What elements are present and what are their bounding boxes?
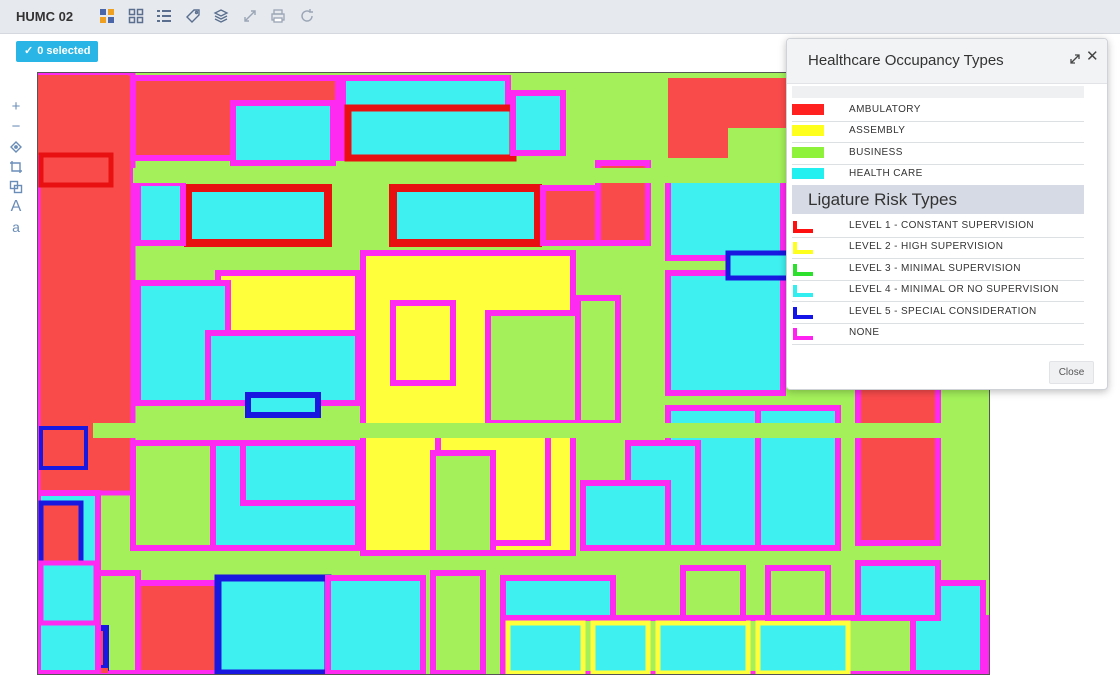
ligature-section-title: Ligature Risk Types	[808, 190, 957, 209]
zoom-out-icon[interactable]: −	[8, 119, 24, 135]
list-icon[interactable]	[156, 8, 172, 24]
ligature-swatch-icon	[792, 327, 814, 341]
room-business	[575, 295, 621, 426]
room-ambulatory	[38, 500, 84, 566]
room-healthcare	[655, 620, 751, 674]
legend-row-occupancy: HEALTH CARE	[792, 164, 1084, 186]
legend-row-occupancy: AMBULATORY	[792, 100, 1084, 122]
legend-row-ligature: LEVEL 1 - CONSTANT SUPERVISION	[792, 216, 1084, 238]
room-healthcare	[245, 392, 321, 418]
room-healthcare	[665, 270, 786, 396]
top-toolbar: HUMC 02	[0, 0, 1120, 34]
text-large-icon[interactable]: A	[8, 199, 24, 215]
occupancy-label: BUSINESS	[849, 147, 903, 158]
room-healthcare	[855, 560, 941, 621]
layers-icon[interactable]	[213, 8, 229, 24]
legend-spacer	[792, 86, 1084, 98]
room-healthcare	[755, 620, 851, 674]
selection-count-label: 0 selected	[37, 45, 91, 57]
refresh-icon[interactable]	[299, 8, 315, 24]
room-business	[130, 440, 216, 551]
tag-icon[interactable]	[185, 8, 201, 24]
ligature-label: LEVEL 1 - CONSTANT SUPERVISION	[849, 220, 1035, 231]
crop-icon[interactable]	[8, 159, 24, 175]
ligature-section-header: Ligature Risk Types	[792, 185, 1084, 214]
legend-row-ligature: LEVEL 2 - HIGH SUPERVISION	[792, 237, 1084, 259]
legend-row-ligature: NONE	[792, 323, 1084, 345]
room-business	[680, 565, 746, 621]
room-healthcare	[665, 170, 786, 261]
occupancy-label: AMBULATORY	[849, 104, 921, 115]
legend-row-occupancy: ASSEMBLY	[792, 121, 1084, 143]
occupancy-swatch	[792, 168, 824, 179]
room-assembly	[215, 270, 361, 336]
occupancy-swatch	[792, 104, 824, 115]
room-healthcare	[184, 184, 332, 247]
room-healthcare	[38, 560, 99, 626]
ligature-swatch-icon	[792, 306, 814, 320]
copy-icon[interactable]	[8, 179, 24, 195]
legend-panel-header: Healthcare Occupancy Types ✕	[787, 39, 1107, 84]
ligature-swatch-icon	[792, 263, 814, 277]
room-ambulatory	[728, 78, 788, 128]
occupancy-label: HEALTH CARE	[849, 168, 923, 179]
room-ambulatory	[855, 370, 941, 546]
room-healthcare	[325, 575, 426, 674]
expand-icon[interactable]	[1069, 52, 1081, 64]
occupancy-swatch	[792, 147, 824, 158]
expand-icon[interactable]	[242, 8, 258, 24]
locate-icon[interactable]	[8, 139, 24, 155]
occupancy-swatch	[792, 125, 824, 136]
room-healthcare	[344, 104, 517, 162]
room-business	[430, 450, 496, 556]
check-icon: ✓	[24, 45, 34, 57]
legend-row-ligature: LEVEL 3 - MINIMAL SUPERVISION	[792, 259, 1084, 281]
ligature-swatch-icon	[792, 220, 814, 234]
room-ambulatory	[668, 78, 728, 158]
room-healthcare	[135, 180, 186, 246]
ligature-label: NONE	[849, 327, 880, 338]
ligature-label: LEVEL 5 - SPECIAL CONSIDERATION	[849, 306, 1037, 317]
ligature-label: LEVEL 2 - HIGH SUPERVISION	[849, 241, 1004, 252]
legend-row-ligature: LEVEL 4 - MINIMAL OR NO SUPERVISION	[792, 280, 1084, 302]
room-healthcare	[590, 620, 651, 674]
room-ambulatory	[38, 152, 114, 188]
close-button[interactable]: Close	[1049, 361, 1094, 384]
legend-row-ligature: LEVEL 5 - SPECIAL CONSIDERATION	[792, 302, 1084, 324]
corridor-south	[98, 558, 988, 573]
ligature-label: LEVEL 3 - MINIMAL SUPERVISION	[849, 263, 1021, 274]
room-healthcare	[214, 574, 332, 674]
room-business	[430, 570, 486, 674]
legend-panel-title: Healthcare Occupancy Types	[808, 52, 1004, 69]
selection-count-badge[interactable]: ✓ 0 selected	[16, 41, 99, 62]
zoom-in-icon[interactable]: +	[8, 99, 24, 115]
ligature-label: LEVEL 4 - MINIMAL OR NO SUPERVISION	[849, 284, 1059, 295]
ligature-swatch-icon	[792, 284, 814, 298]
room-ambulatory	[135, 580, 221, 674]
grid-outline-icon[interactable]	[128, 8, 144, 24]
close-icon[interactable]: ✕	[1086, 49, 1099, 65]
room-healthcare	[580, 480, 671, 551]
room-healthcare	[389, 184, 542, 247]
text-small-icon[interactable]: a	[8, 219, 24, 235]
room-business	[765, 565, 831, 621]
legend-panel: Healthcare Occupancy Types ✕ AMBULATORY …	[786, 38, 1108, 390]
room-healthcare	[230, 100, 336, 166]
grid-layout-icon[interactable]	[99, 8, 115, 24]
occupancy-label: ASSEMBLY	[849, 125, 906, 136]
corridor-mid	[93, 423, 989, 438]
ligature-swatch-icon	[792, 241, 814, 255]
room-ambulatory	[540, 185, 606, 246]
room-healthcare	[240, 440, 361, 506]
print-icon[interactable]	[270, 8, 286, 24]
room-assembly	[390, 300, 456, 386]
legend-row-occupancy: BUSINESS	[792, 143, 1084, 165]
app-title: HUMC 02	[16, 9, 74, 24]
room-business	[485, 310, 586, 426]
room-healthcare	[510, 90, 566, 156]
room-healthcare	[505, 620, 586, 674]
room-ambulatory	[38, 75, 128, 155]
room-ambulatory	[39, 426, 88, 470]
